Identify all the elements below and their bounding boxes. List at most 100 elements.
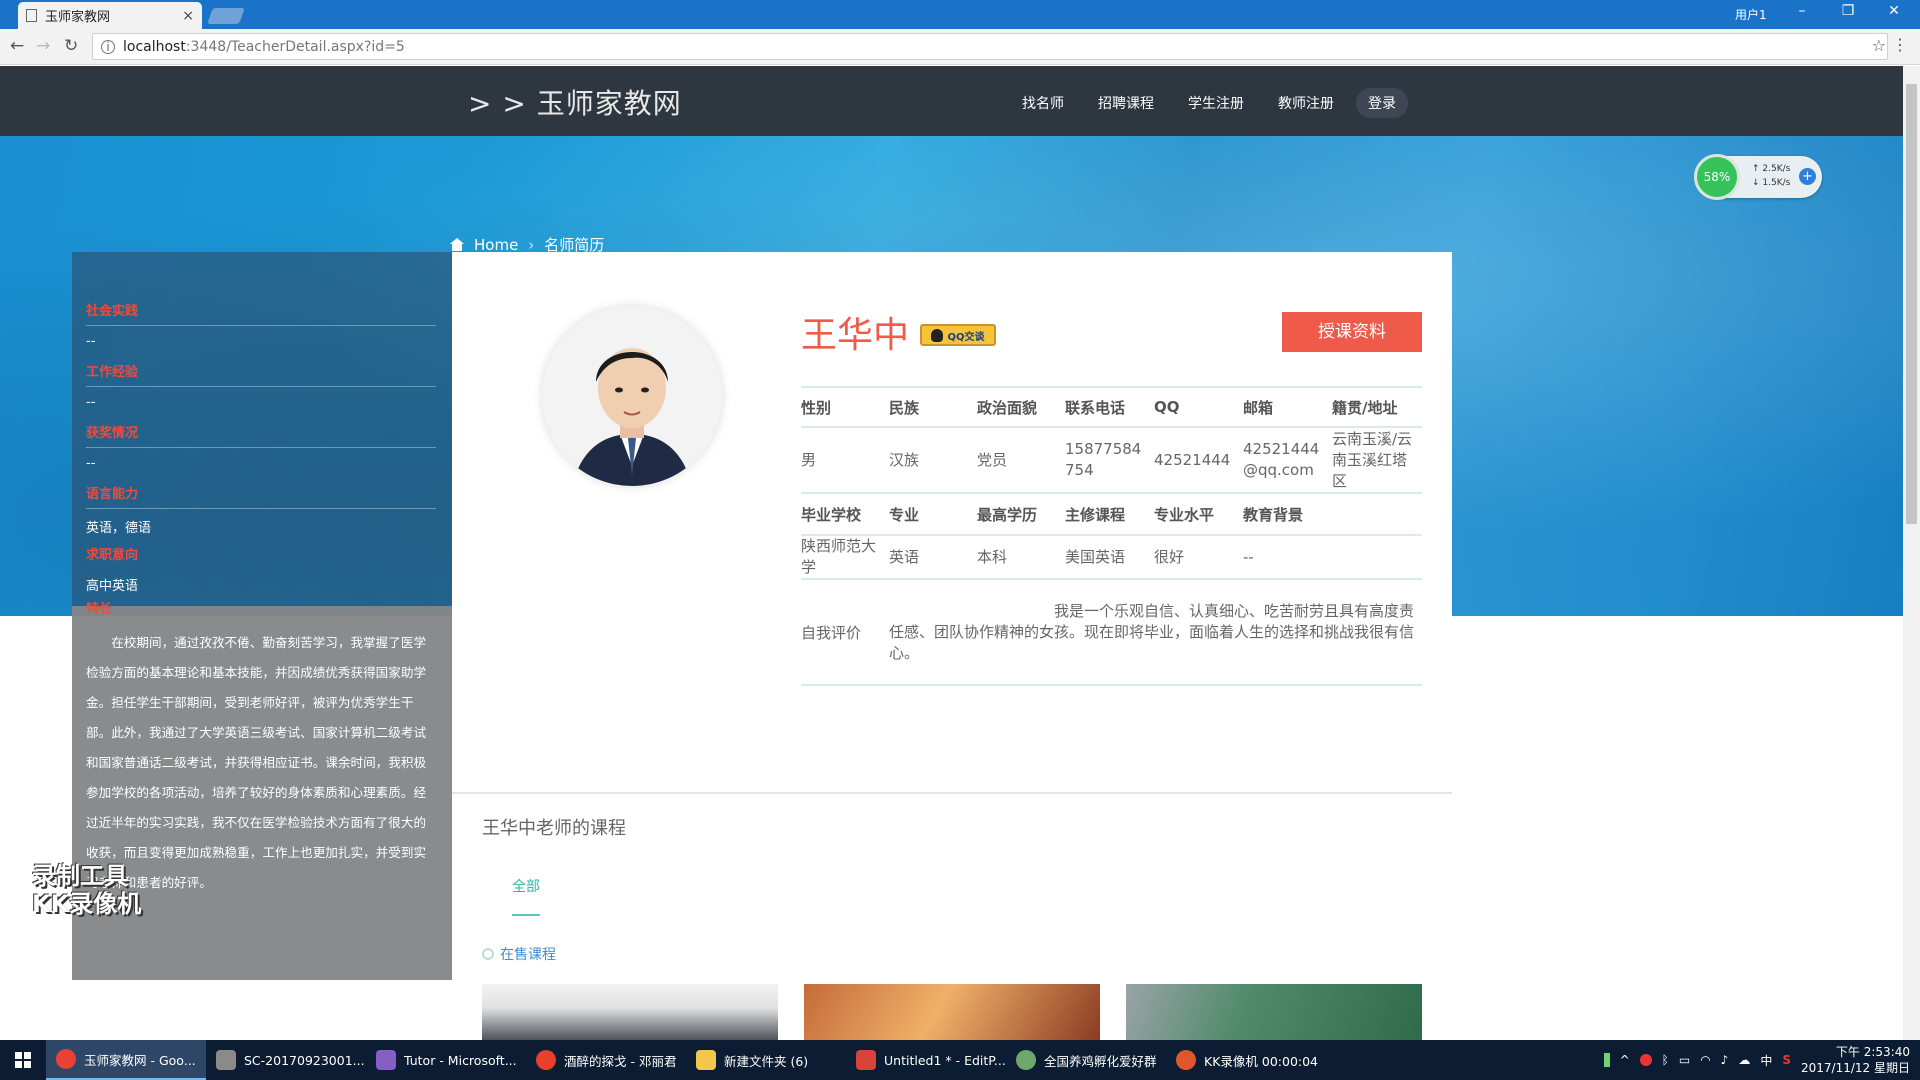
chevron-up-icon[interactable]: ^ xyxy=(1620,1053,1630,1067)
on-sale-label: 在售课程 xyxy=(500,947,556,963)
bluetooth-icon[interactable]: ᛒ xyxy=(1662,1053,1669,1067)
home-icon[interactable] xyxy=(450,238,464,251)
self-evaluation-label: 自我评价 xyxy=(801,623,862,642)
header-cell: 主修课程 xyxy=(1065,505,1126,524)
nav-teacher-register[interactable]: 教师注册 xyxy=(1266,88,1346,118)
battery-icon[interactable] xyxy=(1603,1053,1610,1067)
section-divider xyxy=(452,792,1452,794)
courses-section-title: 王华中老师的课程 xyxy=(482,818,626,839)
radio-circle-icon xyxy=(482,948,494,960)
taskbar-label: 全国养鸡孵化爱好群 xyxy=(1044,1053,1157,1069)
menu-kebab-icon[interactable]: ⋮ xyxy=(1892,35,1908,54)
sidebar-value: -- xyxy=(86,456,96,471)
recorder-icon xyxy=(1176,1050,1196,1070)
taskbar-item-sc[interactable]: SC-20170923001... xyxy=(206,1040,366,1080)
value-cell: 汉族 xyxy=(889,450,920,469)
tab-title: 玉师家教网 xyxy=(45,10,111,25)
nav-recruit-courses[interactable]: 招聘课程 xyxy=(1086,88,1166,118)
url-path: :3448/TeacherDetail.aspx?id=5 xyxy=(185,38,405,55)
header-cell: 毕业学校 xyxy=(801,505,862,524)
sidebar-specialty: 特长 xyxy=(86,598,436,623)
network-speed-widget[interactable]: 58% ↑ 2.5K/s ↓ 1.5K/s + xyxy=(1694,154,1822,200)
nav-student-register[interactable]: 学生注册 xyxy=(1176,88,1256,118)
sidebar-heading: 工作经验 xyxy=(86,361,436,387)
watermark-line-1: 录制工具 xyxy=(32,862,128,890)
restore-icon[interactable]: ❐ xyxy=(1836,3,1860,19)
nav-find-teacher[interactable]: 找名师 xyxy=(1010,88,1076,118)
taskbar-item-qq-group[interactable]: 全国养鸡孵化爱好群 xyxy=(1006,1040,1166,1080)
header-cell: 专业水平 xyxy=(1154,505,1215,524)
minimize-icon[interactable]: – xyxy=(1790,3,1814,19)
close-window-icon[interactable]: ✕ xyxy=(1882,3,1906,19)
site-logo[interactable]: > > 玉师家教网 xyxy=(468,82,682,122)
value-cell: 15877584754 xyxy=(1065,440,1142,479)
taskbar-item-chrome[interactable]: 玉师家教网 - Goo... xyxy=(46,1040,206,1080)
taskbar-label: Untitled1 * - EditP... xyxy=(884,1052,1006,1068)
watermark-line-2: KK录像机 xyxy=(32,890,142,918)
info-header-row-1: 性别 民族 政治面貌 联系电话 QQ 邮箱 籍贯/地址 xyxy=(801,386,1422,428)
plus-icon[interactable]: + xyxy=(1799,168,1816,185)
address-bar-row: ← → ↻ i localhost:3448/TeacherDetail.asp… xyxy=(0,29,1920,65)
tab-close-icon[interactable]: × xyxy=(182,8,194,24)
taskbar-item-editplus[interactable]: Untitled1 * - EditP... xyxy=(846,1040,1006,1080)
power-icon[interactable]: ▭ xyxy=(1679,1053,1690,1067)
taskbar-label: SC-20170923001... xyxy=(244,1052,365,1068)
forward-arrow-icon[interactable]: → xyxy=(36,36,50,56)
sidebar-heading: 获奖情况 xyxy=(86,422,436,448)
network-rates: ↑ 2.5K/s ↓ 1.5K/s xyxy=(1752,162,1790,190)
active-tab-underline xyxy=(512,914,540,916)
download-rate: ↓ 1.5K/s xyxy=(1752,178,1791,188)
info-icon[interactable]: i xyxy=(101,39,115,54)
bookmark-star-icon[interactable]: ☆ xyxy=(1872,36,1886,55)
taskbar-item-folder[interactable]: 新建文件夹 (6) xyxy=(686,1040,846,1080)
taskbar-item-music[interactable]: 酒醉的探戈 - 邓丽君 xyxy=(526,1040,686,1080)
profile-user-label[interactable]: 用户1 xyxy=(1735,6,1767,23)
cloud-icon[interactable]: ☁ xyxy=(1738,1053,1750,1067)
page-scrollbar[interactable] xyxy=(1903,66,1920,1040)
info-header-row-2: 毕业学校 专业 最高学历 主修课程 专业水平 教育背景 xyxy=(801,494,1422,536)
visual-studio-icon xyxy=(376,1050,396,1070)
taskbar-item-visual-studio[interactable]: Tutor - Microsoft... xyxy=(366,1040,526,1080)
taskbar-label: 玉师家教网 - Goo... xyxy=(84,1052,196,1068)
tab-all-courses[interactable]: 全部 xyxy=(512,876,540,896)
folder-icon xyxy=(696,1050,716,1070)
qq-chat-button[interactable]: QQ交谈 xyxy=(920,324,996,346)
chevron-right-icon: › xyxy=(528,235,535,254)
header-cell: 联系电话 xyxy=(1065,398,1126,417)
breadcrumb-home[interactable]: Home xyxy=(474,236,518,254)
on-sale-filter[interactable]: 在售课程 xyxy=(482,944,556,964)
specialty-paragraph: 在校期间，通过孜孜不倦、勤奋刻苦学习，我掌握了医学检验方面的基本理论和基本技能，… xyxy=(86,635,427,890)
taskbar-item-recorder[interactable]: KK录像机 00:00:04 xyxy=(1166,1040,1326,1080)
sogou-icon[interactable]: S xyxy=(1782,1053,1791,1067)
antivirus-icon[interactable] xyxy=(1639,1054,1652,1066)
course-thumbnail[interactable] xyxy=(804,984,1100,1040)
scrollbar-thumb[interactable] xyxy=(1906,84,1917,524)
teacher-photo xyxy=(542,306,722,486)
window-controls: – ❐ ✕ xyxy=(1790,3,1906,19)
sidebar-value: 英语，德语 xyxy=(86,521,152,536)
sidebar-value: -- xyxy=(86,395,96,410)
self-evaluation-text: 我是一个乐观自信、认真细心、吃苦耐劳且具有高度责任感、团队协作精神的女孩。现在即… xyxy=(889,601,1415,662)
start-button[interactable] xyxy=(0,1040,46,1080)
back-arrow-icon[interactable]: ← xyxy=(10,36,24,56)
reload-icon[interactable]: ↻ xyxy=(64,36,78,56)
browser-tab[interactable]: 玉师家教网 × xyxy=(18,2,202,29)
browser-tab-strip: 玉师家教网 × 用户1 – ❐ ✕ xyxy=(0,0,1920,29)
volume-icon[interactable]: ♪ xyxy=(1721,1053,1729,1067)
value-cell: 42521444@qq.com xyxy=(1243,440,1320,479)
clock[interactable]: 下午 2:53:40 2017/11/12 星期日 xyxy=(1801,1044,1910,1076)
qq-penguin-icon xyxy=(931,328,944,342)
teaching-materials-button[interactable]: 授课资料 xyxy=(1282,312,1422,352)
login-button[interactable]: 登录 xyxy=(1356,88,1408,118)
wifi-icon[interactable]: ◠ xyxy=(1700,1053,1710,1067)
new-tab-button[interactable] xyxy=(207,8,245,24)
course-thumbnail[interactable] xyxy=(1126,984,1422,1040)
course-thumbnail[interactable] xyxy=(482,984,778,1040)
value-cell: 男 xyxy=(801,450,817,469)
sidebar-awards: 获奖情况 -- xyxy=(86,422,436,471)
header-cell: QQ xyxy=(1154,398,1180,416)
system-tray: ^ ᛒ ▭ ◠ ♪ ☁ 中 S 下午 2:53:40 2017/11/12 星期… xyxy=(1603,1040,1910,1080)
url-input[interactable]: i localhost:3448/TeacherDetail.aspx?id=5 xyxy=(92,33,1888,60)
ime-indicator[interactable]: 中 xyxy=(1760,1052,1772,1069)
windows-logo-icon xyxy=(15,1052,31,1068)
